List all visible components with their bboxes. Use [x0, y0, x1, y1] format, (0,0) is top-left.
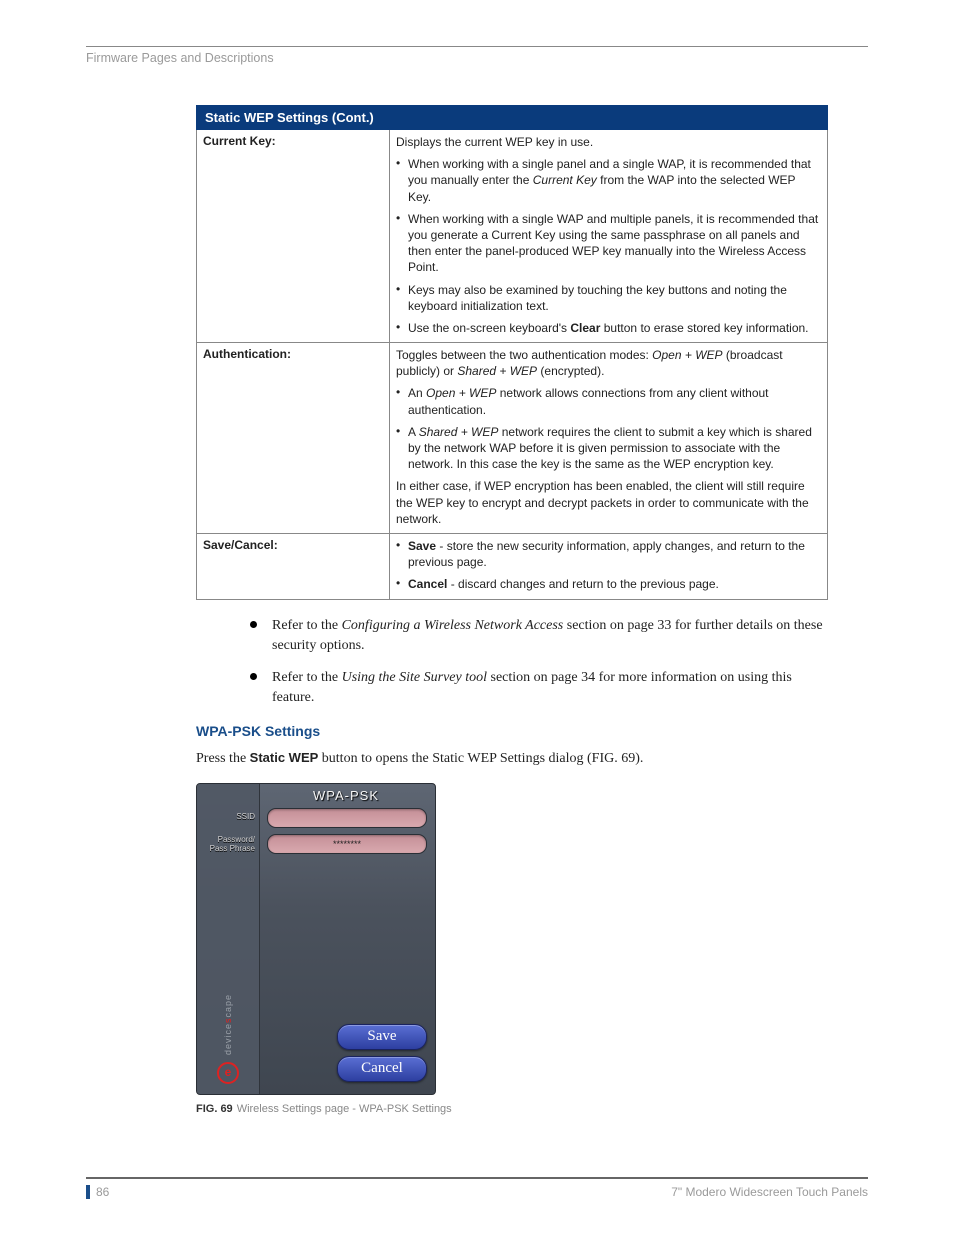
page-footer: 86 7" Modero Widescreen Touch Panels [86, 1177, 868, 1199]
current-key-b2: When working with a single WAP and multi… [408, 211, 821, 276]
note-1: Refer to the Configuring a Wireless Netw… [250, 616, 828, 657]
save-desc: Save - store the new security informatio… [408, 538, 821, 570]
table-row: Current Key: Displays the current WEP ke… [197, 130, 828, 343]
table-row: Save/Cancel: • Save - store the new secu… [197, 533, 828, 599]
password-label: Password/Pass Phrase [197, 836, 259, 854]
header-section-title: Firmware Pages and Descriptions [86, 51, 868, 65]
row-content-current-key: Displays the current WEP key in use. • W… [390, 130, 828, 343]
current-key-b3: Keys may also be examined by touching th… [408, 282, 821, 314]
cancel-button[interactable]: Cancel [337, 1056, 427, 1082]
auth-b1: An Open + WEP network allows connections… [408, 385, 821, 417]
auth-outro: In either case, if WEP encryption has be… [396, 478, 821, 527]
current-key-b1: When working with a single panel and a s… [408, 156, 821, 205]
devicescape-brand: devicescape e [197, 994, 259, 1084]
wpa-psk-heading: WPA-PSK Settings [196, 723, 828, 739]
dialog-sidebar: SSID Password/Pass Phrase devicescape e [197, 784, 260, 1094]
product-name: 7" Modero Widescreen Touch Panels [671, 1185, 868, 1199]
footer-accent-bar [86, 1185, 90, 1199]
wep-settings-table: Static WEP Settings (Cont.) Current Key:… [196, 105, 828, 600]
current-key-b4: Use the on-screen keyboard's Clear butto… [408, 320, 821, 336]
figure-caption: FIG. 69Wireless Settings page - WPA-PSK … [196, 1103, 828, 1115]
table-row: Authentication: Toggles between the two … [197, 343, 828, 534]
save-button[interactable]: Save [337, 1024, 427, 1050]
table-title: Static WEP Settings (Cont.) [197, 106, 828, 130]
row-label-savecancel: Save/Cancel: [197, 533, 390, 599]
ssid-label: SSID [197, 813, 259, 822]
cancel-desc: Cancel - discard changes and return to t… [408, 576, 821, 592]
page-number: 86 [96, 1185, 109, 1199]
auth-b2: A Shared + WEP network requires the clie… [408, 424, 821, 473]
wpa-psk-body: Press the Static WEP button to opens the… [196, 749, 828, 769]
row-content-authentication: Toggles between the two authentication m… [390, 343, 828, 534]
current-key-intro: Displays the current WEP key in use. [396, 134, 821, 150]
password-input[interactable]: ******** [267, 834, 427, 854]
ssid-input[interactable] [267, 808, 427, 828]
auth-intro: Toggles between the two authentication m… [396, 347, 821, 379]
brand-logo-icon: e [217, 1062, 239, 1084]
note-2: Refer to the Using the Site Survey tool … [250, 668, 828, 709]
row-content-savecancel: • Save - store the new security informat… [390, 533, 828, 599]
row-label-authentication: Authentication: [197, 343, 390, 534]
dialog-title: WPA-PSK [257, 784, 435, 806]
row-label-current-key: Current Key: [197, 130, 390, 343]
reference-notes: Refer to the Configuring a Wireless Netw… [250, 616, 828, 709]
wpa-psk-dialog: SSID Password/Pass Phrase devicescape e … [196, 783, 436, 1095]
